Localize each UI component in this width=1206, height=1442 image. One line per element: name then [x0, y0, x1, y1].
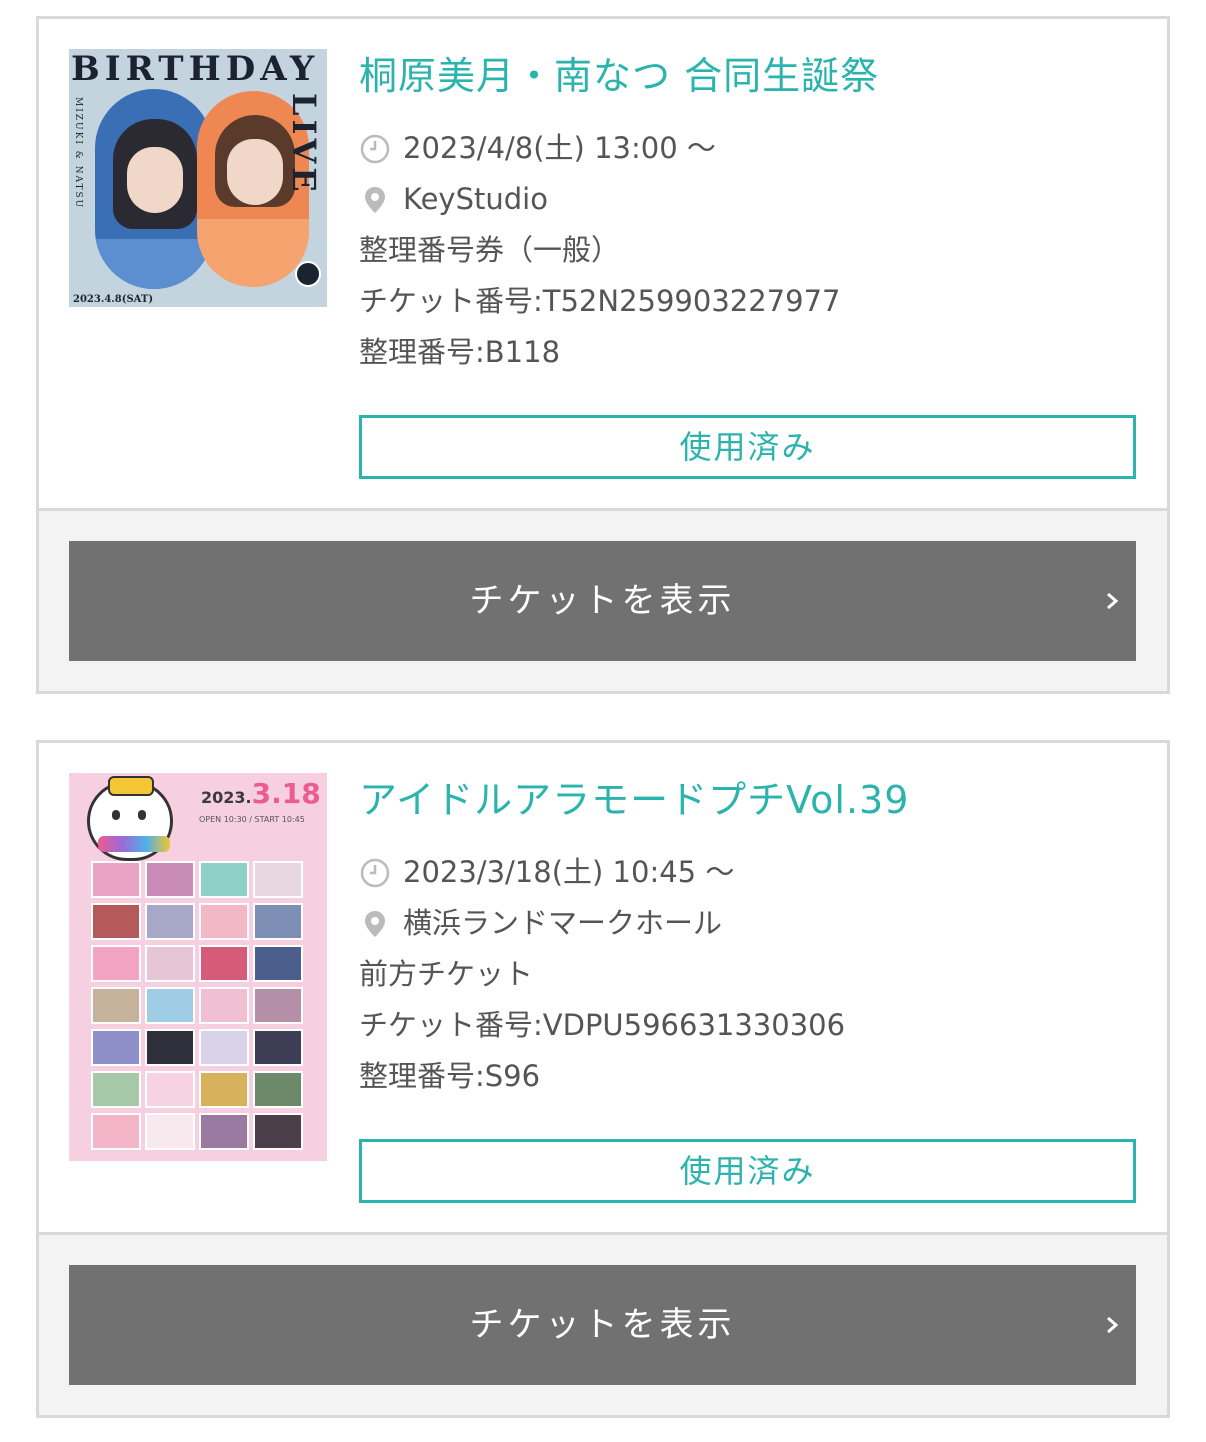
seat-number: 整理番号:S96: [359, 1059, 541, 1093]
show-ticket-label: チケットを表示: [469, 1305, 736, 1345]
chevron-right-icon: [1107, 592, 1119, 610]
clock-icon: [360, 858, 390, 887]
event-venue: 横浜ランドマークホール: [403, 906, 723, 940]
ticket-info: 桐原美月・南なつ 合同生誕祭 2023/4/8(土) 13:00 ～ KeySt…: [359, 49, 1137, 378]
ticket-info: アイドルアラモードプチVol.39 2023/3/18(土) 10:45 ～ 横…: [359, 773, 1137, 1102]
show-ticket-button[interactable]: チケットを表示: [69, 1265, 1136, 1385]
event-datetime: 2023/4/8(土) 13:00 ～: [403, 131, 716, 165]
poster-side-text: MIZUKI & NATSU: [73, 97, 83, 210]
ticket-card-body: 2023.3.18 OPEN 10:30 / START 10:45 アイドルア…: [39, 743, 1167, 1235]
ticket-type: 整理番号券（一般）: [359, 233, 621, 267]
seat-number: 整理番号:B118: [359, 335, 561, 369]
poster-vertical-title: LIVE: [285, 93, 323, 196]
event-venue-row: KeyStudio: [359, 174, 1137, 225]
event-datetime-row: 2023/4/8(土) 13:00 ～: [359, 123, 1137, 174]
poster-lineup-grid: [91, 861, 305, 1150]
ticket-card: BIRTHDAY LIVE MIZUKI & NATSU 2023.4.8(SA…: [36, 16, 1170, 694]
event-title[interactable]: アイドルアラモードプチVol.39: [359, 773, 1137, 829]
poster-sub-text: OPEN 10:30 / START 10:45: [199, 815, 305, 824]
event-title[interactable]: 桐原美月・南なつ 合同生誕祭: [359, 49, 1137, 105]
location-pin-icon: [365, 186, 385, 213]
ticket-card-body: BIRTHDAY LIVE MIZUKI & NATSU 2023.4.8(SA…: [39, 19, 1167, 511]
event-venue: KeyStudio: [403, 182, 548, 216]
ticket-card: 2023.3.18 OPEN 10:30 / START 10:45 アイドルア…: [36, 740, 1170, 1418]
location-pin-icon: [365, 910, 385, 937]
ticket-card-footer: チケットを表示: [39, 511, 1167, 691]
ticket-card-footer: チケットを表示: [39, 1235, 1167, 1415]
show-ticket-button[interactable]: チケットを表示: [69, 541, 1136, 661]
event-datetime: 2023/3/18(土) 10:45 ～: [403, 855, 735, 889]
event-poster-image: 2023.3.18 OPEN 10:30 / START 10:45: [69, 773, 327, 1161]
ticket-number: チケット番号:T52N259903227977: [359, 284, 841, 318]
ticket-type: 前方チケット: [359, 957, 534, 991]
poster-logo: [295, 261, 321, 287]
event-venue-row: 横浜ランドマークホール: [359, 898, 1137, 949]
event-datetime-row: 2023/3/18(土) 10:45 ～: [359, 847, 1137, 898]
ticket-number: チケット番号:VDPU596631330306: [359, 1008, 846, 1042]
show-ticket-label: チケットを表示: [469, 581, 736, 621]
used-status-button[interactable]: 使用済み: [359, 415, 1136, 479]
chevron-right-icon: [1107, 1316, 1119, 1334]
event-poster-image: BIRTHDAY LIVE MIZUKI & NATSU 2023.4.8(SA…: [69, 49, 327, 307]
poster-date: 2023.3.18: [201, 777, 321, 810]
used-status-button[interactable]: 使用済み: [359, 1139, 1136, 1203]
poster-date-text: 2023.4.8(SAT): [73, 294, 154, 305]
poster-title: BIRTHDAY: [71, 49, 320, 89]
clock-icon: [360, 134, 390, 163]
